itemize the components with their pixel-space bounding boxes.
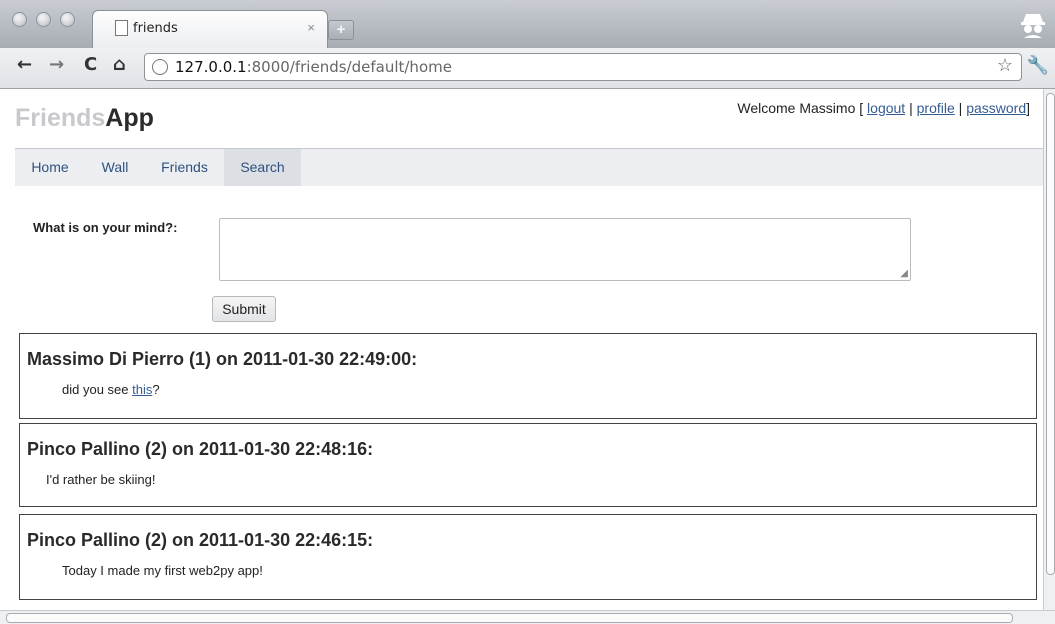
- forward-icon[interactable]: →: [49, 54, 64, 75]
- browser-tab-bar: friends × +: [0, 0, 1055, 49]
- post-title: Massimo Di Pierro (1) on 2011-01-30 22:4…: [27, 349, 418, 369]
- post-textarea[interactable]: ◢: [219, 218, 911, 281]
- vertical-scroll-thumb[interactable]: [1046, 93, 1055, 575]
- zoom-window-button[interactable]: [60, 12, 75, 27]
- wrench-icon[interactable]: 🔧: [1027, 55, 1049, 76]
- submit-button[interactable]: Submit: [212, 296, 276, 322]
- post-card: Pinco Pallino (2) on 2011-01-30 22:48:16…: [19, 423, 1037, 507]
- menu-item-search[interactable]: Search: [224, 149, 301, 186]
- password-link[interactable]: password: [966, 100, 1026, 116]
- browser-toolbar: ← → C ⌂ 127.0.0.1:8000/friends/default/h…: [0, 48, 1055, 89]
- post-body: did you see this?: [62, 382, 160, 397]
- url-path: :8000/friends/default/home: [246, 58, 452, 76]
- url-text[interactable]: 127.0.0.1:8000/friends/default/home: [175, 58, 452, 76]
- menu-item-home[interactable]: Home: [15, 149, 85, 186]
- post-body: I'd rather be skiing!: [46, 472, 156, 487]
- incognito-icon: [1021, 14, 1045, 38]
- horizontal-scrollbar[interactable]: [0, 610, 1055, 624]
- post-body: Today I made my first web2py app!: [62, 563, 263, 578]
- tab-close-icon[interactable]: ×: [307, 20, 315, 35]
- tab-title: friends: [133, 21, 178, 36]
- menu-item-wall[interactable]: Wall: [85, 149, 145, 186]
- horizontal-scroll-thumb[interactable]: [6, 613, 1013, 623]
- post-link[interactable]: this: [132, 382, 152, 397]
- logo-part-friends: Friends: [15, 104, 106, 132]
- post-title: Pinco Pallino (2) on 2011-01-30 22:46:15…: [27, 530, 374, 550]
- address-bar[interactable]: 127.0.0.1:8000/friends/default/home ☆: [144, 53, 1022, 81]
- reload-icon[interactable]: C: [84, 54, 97, 75]
- close-window-button[interactable]: [12, 12, 27, 27]
- back-icon[interactable]: ←: [17, 54, 32, 75]
- logo-part-app: App: [105, 104, 154, 132]
- welcome-text: Welcome Massimo [: [737, 100, 868, 116]
- logout-link[interactable]: logout: [867, 100, 905, 116]
- separator: |: [905, 100, 917, 116]
- resize-grip-icon[interactable]: ◢: [900, 268, 908, 279]
- post-title: Pinco Pallino (2) on 2011-01-30 22:48:16…: [27, 439, 374, 459]
- post-card: Massimo Di Pierro (1) on 2011-01-30 22:4…: [19, 333, 1037, 419]
- web-page: FriendsApp Welcome Massimo [ logout | pr…: [0, 89, 1044, 610]
- vertical-scrollbar[interactable]: [1043, 89, 1055, 610]
- page-icon: [115, 20, 128, 36]
- bookmark-star-icon[interactable]: ☆: [997, 55, 1013, 76]
- post-card: Pinco Pallino (2) on 2011-01-30 22:46:15…: [19, 514, 1037, 600]
- profile-link[interactable]: profile: [917, 100, 955, 116]
- minimize-window-button[interactable]: [36, 12, 51, 27]
- app-logo[interactable]: FriendsApp: [15, 104, 154, 133]
- user-navbar: Welcome Massimo [ logout | profile | pas…: [737, 100, 1030, 116]
- post-text: ?: [152, 382, 160, 397]
- main-menu: Home Wall Friends Search: [15, 148, 1044, 186]
- menu-item-friends[interactable]: Friends: [145, 149, 224, 186]
- active-tab[interactable]: friends ×: [92, 10, 328, 49]
- bracket-close: ]: [1026, 100, 1030, 116]
- post-field-label: What is on your mind?:: [33, 220, 178, 235]
- url-host: 127.0.0.1: [175, 58, 247, 76]
- home-icon[interactable]: ⌂: [113, 54, 126, 75]
- globe-icon: [152, 59, 168, 75]
- new-tab-button[interactable]: +: [328, 20, 354, 40]
- separator: |: [954, 100, 967, 116]
- post-text: did you see: [62, 382, 133, 397]
